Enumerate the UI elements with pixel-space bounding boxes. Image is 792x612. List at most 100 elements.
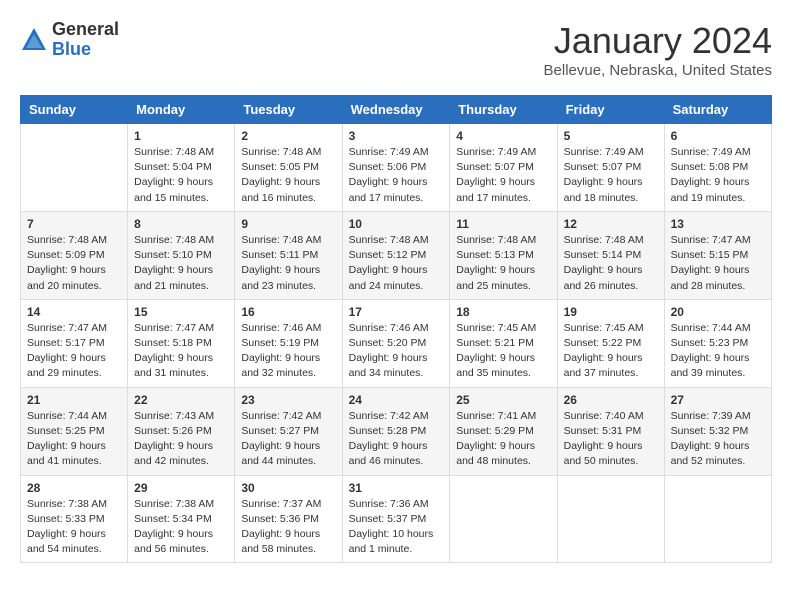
- day-number: 8: [134, 217, 228, 231]
- cell-content: Sunrise: 7:42 AMSunset: 5:28 PMDaylight:…: [349, 410, 429, 468]
- month-title: January 2024: [544, 20, 772, 62]
- logo-icon: [20, 26, 48, 54]
- title-area: January 2024 Bellevue, Nebraska, United …: [544, 20, 772, 79]
- day-number: 15: [134, 305, 228, 319]
- cell-content: Sunrise: 7:39 AMSunset: 5:32 PMDaylight:…: [671, 410, 751, 468]
- week-row-4: 21 Sunrise: 7:44 AMSunset: 5:25 PMDaylig…: [21, 387, 772, 475]
- day-number: 11: [456, 217, 550, 231]
- day-number: 21: [27, 393, 121, 407]
- cell-content: Sunrise: 7:49 AMSunset: 5:07 PMDaylight:…: [456, 146, 536, 204]
- calendar-cell: 28 Sunrise: 7:38 AMSunset: 5:33 PMDaylig…: [21, 475, 128, 563]
- calendar-cell: 2 Sunrise: 7:48 AMSunset: 5:05 PMDayligh…: [235, 124, 342, 212]
- day-number: 14: [27, 305, 121, 319]
- cell-content: Sunrise: 7:44 AMSunset: 5:25 PMDaylight:…: [27, 410, 107, 468]
- week-row-1: 1 Sunrise: 7:48 AMSunset: 5:04 PMDayligh…: [21, 124, 772, 212]
- day-number: 30: [241, 481, 335, 495]
- calendar-cell: 1 Sunrise: 7:48 AMSunset: 5:04 PMDayligh…: [128, 124, 235, 212]
- calendar-cell: 12 Sunrise: 7:48 AMSunset: 5:14 PMDaylig…: [557, 211, 664, 299]
- calendar-cell: 13 Sunrise: 7:47 AMSunset: 5:15 PMDaylig…: [664, 211, 771, 299]
- calendar-cell: 5 Sunrise: 7:49 AMSunset: 5:07 PMDayligh…: [557, 124, 664, 212]
- cell-content: Sunrise: 7:48 AMSunset: 5:04 PMDaylight:…: [134, 146, 214, 204]
- calendar-cell: 21 Sunrise: 7:44 AMSunset: 5:25 PMDaylig…: [21, 387, 128, 475]
- cell-content: Sunrise: 7:38 AMSunset: 5:33 PMDaylight:…: [27, 498, 107, 556]
- weekday-header-saturday: Saturday: [664, 96, 771, 124]
- day-number: 12: [564, 217, 658, 231]
- day-number: 22: [134, 393, 228, 407]
- calendar-cell: 8 Sunrise: 7:48 AMSunset: 5:10 PMDayligh…: [128, 211, 235, 299]
- day-number: 28: [27, 481, 121, 495]
- calendar-cell: [21, 124, 128, 212]
- calendar-cell: 10 Sunrise: 7:48 AMSunset: 5:12 PMDaylig…: [342, 211, 450, 299]
- day-number: 25: [456, 393, 550, 407]
- calendar-cell: 15 Sunrise: 7:47 AMSunset: 5:18 PMDaylig…: [128, 299, 235, 387]
- calendar-cell: 29 Sunrise: 7:38 AMSunset: 5:34 PMDaylig…: [128, 475, 235, 563]
- cell-content: Sunrise: 7:48 AMSunset: 5:05 PMDaylight:…: [241, 146, 321, 204]
- calendar-cell: [664, 475, 771, 563]
- cell-content: Sunrise: 7:43 AMSunset: 5:26 PMDaylight:…: [134, 410, 214, 468]
- calendar-cell: 16 Sunrise: 7:46 AMSunset: 5:19 PMDaylig…: [235, 299, 342, 387]
- weekday-header-sunday: Sunday: [21, 96, 128, 124]
- calendar-cell: 6 Sunrise: 7:49 AMSunset: 5:08 PMDayligh…: [664, 124, 771, 212]
- calendar-cell: 24 Sunrise: 7:42 AMSunset: 5:28 PMDaylig…: [342, 387, 450, 475]
- weekday-header-friday: Friday: [557, 96, 664, 124]
- cell-content: Sunrise: 7:47 AMSunset: 5:17 PMDaylight:…: [27, 322, 107, 380]
- calendar-cell: 3 Sunrise: 7:49 AMSunset: 5:06 PMDayligh…: [342, 124, 450, 212]
- day-number: 4: [456, 129, 550, 143]
- cell-content: Sunrise: 7:42 AMSunset: 5:27 PMDaylight:…: [241, 410, 321, 468]
- weekday-header-wednesday: Wednesday: [342, 96, 450, 124]
- day-number: 24: [349, 393, 444, 407]
- day-number: 26: [564, 393, 658, 407]
- cell-content: Sunrise: 7:48 AMSunset: 5:11 PMDaylight:…: [241, 234, 321, 292]
- day-number: 17: [349, 305, 444, 319]
- calendar-cell: 17 Sunrise: 7:46 AMSunset: 5:20 PMDaylig…: [342, 299, 450, 387]
- week-row-5: 28 Sunrise: 7:38 AMSunset: 5:33 PMDaylig…: [21, 475, 772, 563]
- calendar-cell: 9 Sunrise: 7:48 AMSunset: 5:11 PMDayligh…: [235, 211, 342, 299]
- cell-content: Sunrise: 7:45 AMSunset: 5:21 PMDaylight:…: [456, 322, 536, 380]
- cell-content: Sunrise: 7:41 AMSunset: 5:29 PMDaylight:…: [456, 410, 536, 468]
- cell-content: Sunrise: 7:48 AMSunset: 5:14 PMDaylight:…: [564, 234, 644, 292]
- calendar-cell: 30 Sunrise: 7:37 AMSunset: 5:36 PMDaylig…: [235, 475, 342, 563]
- cell-content: Sunrise: 7:46 AMSunset: 5:20 PMDaylight:…: [349, 322, 429, 380]
- cell-content: Sunrise: 7:45 AMSunset: 5:22 PMDaylight:…: [564, 322, 644, 380]
- calendar-cell: 4 Sunrise: 7:49 AMSunset: 5:07 PMDayligh…: [450, 124, 557, 212]
- day-number: 6: [671, 129, 765, 143]
- day-number: 18: [456, 305, 550, 319]
- cell-content: Sunrise: 7:36 AMSunset: 5:37 PMDaylight:…: [349, 498, 434, 556]
- cell-content: Sunrise: 7:49 AMSunset: 5:06 PMDaylight:…: [349, 146, 429, 204]
- cell-content: Sunrise: 7:47 AMSunset: 5:15 PMDaylight:…: [671, 234, 751, 292]
- week-row-2: 7 Sunrise: 7:48 AMSunset: 5:09 PMDayligh…: [21, 211, 772, 299]
- calendar-cell: 31 Sunrise: 7:36 AMSunset: 5:37 PMDaylig…: [342, 475, 450, 563]
- logo-general-text: General: [52, 20, 119, 40]
- weekday-header-row: SundayMondayTuesdayWednesdayThursdayFrid…: [21, 96, 772, 124]
- cell-content: Sunrise: 7:48 AMSunset: 5:12 PMDaylight:…: [349, 234, 429, 292]
- calendar-cell: 22 Sunrise: 7:43 AMSunset: 5:26 PMDaylig…: [128, 387, 235, 475]
- logo-blue-text: Blue: [52, 40, 119, 60]
- day-number: 27: [671, 393, 765, 407]
- day-number: 9: [241, 217, 335, 231]
- calendar-cell: 7 Sunrise: 7:48 AMSunset: 5:09 PMDayligh…: [21, 211, 128, 299]
- calendar-cell: [557, 475, 664, 563]
- day-number: 1: [134, 129, 228, 143]
- day-number: 31: [349, 481, 444, 495]
- cell-content: Sunrise: 7:48 AMSunset: 5:10 PMDaylight:…: [134, 234, 214, 292]
- week-row-3: 14 Sunrise: 7:47 AMSunset: 5:17 PMDaylig…: [21, 299, 772, 387]
- day-number: 19: [564, 305, 658, 319]
- cell-content: Sunrise: 7:44 AMSunset: 5:23 PMDaylight:…: [671, 322, 751, 380]
- calendar-cell: 11 Sunrise: 7:48 AMSunset: 5:13 PMDaylig…: [450, 211, 557, 299]
- cell-content: Sunrise: 7:48 AMSunset: 5:13 PMDaylight:…: [456, 234, 536, 292]
- cell-content: Sunrise: 7:49 AMSunset: 5:08 PMDaylight:…: [671, 146, 751, 204]
- weekday-header-tuesday: Tuesday: [235, 96, 342, 124]
- day-number: 13: [671, 217, 765, 231]
- cell-content: Sunrise: 7:38 AMSunset: 5:34 PMDaylight:…: [134, 498, 214, 556]
- calendar-cell: 18 Sunrise: 7:45 AMSunset: 5:21 PMDaylig…: [450, 299, 557, 387]
- day-number: 3: [349, 129, 444, 143]
- weekday-header-thursday: Thursday: [450, 96, 557, 124]
- cell-content: Sunrise: 7:47 AMSunset: 5:18 PMDaylight:…: [134, 322, 214, 380]
- calendar-cell: 14 Sunrise: 7:47 AMSunset: 5:17 PMDaylig…: [21, 299, 128, 387]
- day-number: 5: [564, 129, 658, 143]
- calendar-cell: 23 Sunrise: 7:42 AMSunset: 5:27 PMDaylig…: [235, 387, 342, 475]
- cell-content: Sunrise: 7:37 AMSunset: 5:36 PMDaylight:…: [241, 498, 321, 556]
- calendar-cell: 26 Sunrise: 7:40 AMSunset: 5:31 PMDaylig…: [557, 387, 664, 475]
- calendar-cell: 20 Sunrise: 7:44 AMSunset: 5:23 PMDaylig…: [664, 299, 771, 387]
- calendar: SundayMondayTuesdayWednesdayThursdayFrid…: [20, 95, 772, 563]
